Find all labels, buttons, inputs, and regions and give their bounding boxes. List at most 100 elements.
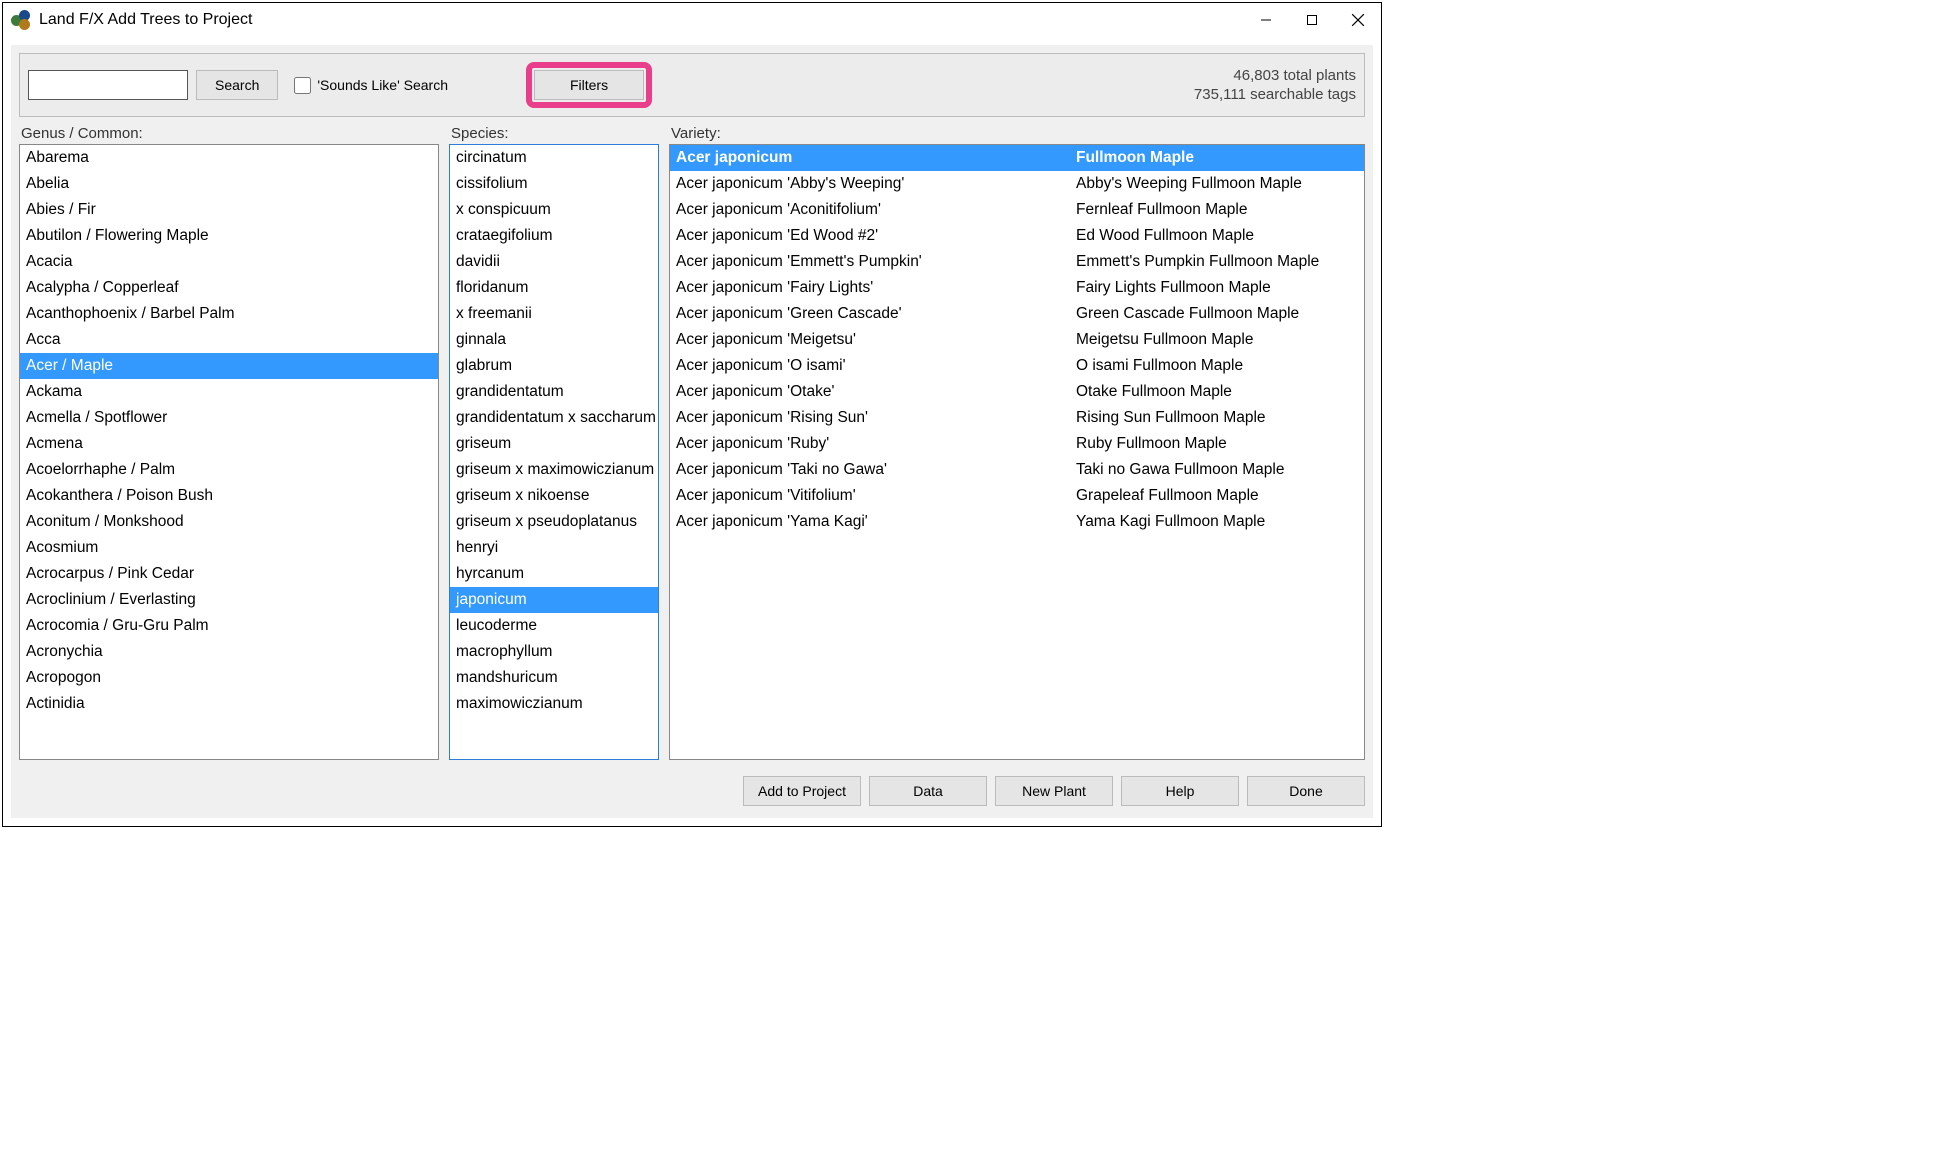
variety-common: Ed Wood Fullmoon Maple — [1076, 224, 1358, 248]
list-item[interactable]: Acer japonicum 'Abby's Weeping'Abby's We… — [670, 171, 1364, 197]
list-item[interactable]: Acer japonicum 'Meigetsu'Meigetsu Fullmo… — [670, 327, 1364, 353]
maximize-button[interactable] — [1289, 3, 1335, 37]
list-item[interactable]: henryi — [450, 535, 658, 561]
list-item[interactable]: Acer japonicum 'Otake'Otake Fullmoon Map… — [670, 379, 1364, 405]
variety-latin: Acer japonicum 'Rising Sun' — [676, 406, 1076, 430]
list-item[interactable]: Acronychia — [20, 639, 438, 665]
search-button[interactable]: Search — [196, 70, 278, 100]
window-controls — [1243, 3, 1381, 37]
data-button[interactable]: Data — [869, 776, 987, 806]
list-item[interactable]: griseum — [450, 431, 658, 457]
list-item[interactable]: Acer japonicum 'Ruby'Ruby Fullmoon Maple — [670, 431, 1364, 457]
sounds-like-checkbox[interactable]: 'Sounds Like' Search — [294, 77, 448, 94]
list-item[interactable]: Actinidia — [20, 691, 438, 717]
toolbar: Search 'Sounds Like' Search Filters 46,8… — [19, 53, 1365, 117]
help-button[interactable]: Help — [1121, 776, 1239, 806]
list-item[interactable]: Abarema — [20, 145, 438, 171]
list-item[interactable]: Aconitum / Monkshood — [20, 509, 438, 535]
filters-button[interactable]: Filters — [534, 70, 644, 100]
variety-latin: Acer japonicum 'Ruby' — [676, 432, 1076, 456]
list-item[interactable]: Acer japonicum 'Emmett's Pumpkin'Emmett'… — [670, 249, 1364, 275]
close-button[interactable] — [1335, 3, 1381, 37]
list-item[interactable]: Acosmium — [20, 535, 438, 561]
list-item[interactable]: mandshuricum — [450, 665, 658, 691]
app-icon — [11, 10, 31, 30]
list-item[interactable]: Acoelorrhaphe / Palm — [20, 457, 438, 483]
variety-latin: Acer japonicum 'Vitifolium' — [676, 484, 1076, 508]
list-item[interactable]: griseum x pseudoplatanus — [450, 509, 658, 535]
list-item[interactable]: Acer japonicum 'Taki no Gawa'Taki no Gaw… — [670, 457, 1364, 483]
search-input[interactable] — [28, 70, 188, 100]
minimize-button[interactable] — [1243, 3, 1289, 37]
list-item[interactable]: Acca — [20, 327, 438, 353]
list-item[interactable]: grandidentatum x saccharum — [450, 405, 658, 431]
genus-column: Genus / Common: AbaremaAbeliaAbies / Fir… — [19, 125, 439, 760]
done-button[interactable]: Done — [1247, 776, 1365, 806]
list-item[interactable]: x conspicuum — [450, 197, 658, 223]
list-item[interactable]: Abutilon / Flowering Maple — [20, 223, 438, 249]
list-item[interactable]: griseum x maximowiczianum — [450, 457, 658, 483]
variety-label: Variety: — [669, 125, 1365, 142]
variety-listbox[interactable]: Acer japonicumFullmoon MapleAcer japonic… — [669, 144, 1365, 760]
list-item[interactable]: griseum x nikoense — [450, 483, 658, 509]
footer: Add to Project Data New Plant Help Done — [19, 768, 1365, 810]
list-item[interactable]: ginnala — [450, 327, 658, 353]
list-item[interactable]: Abelia — [20, 171, 438, 197]
list-item[interactable]: Acroclinium / Everlasting — [20, 587, 438, 613]
variety-common: Emmett's Pumpkin Fullmoon Maple — [1076, 250, 1358, 274]
variety-latin: Acer japonicum — [676, 146, 1076, 170]
genus-listbox[interactable]: AbaremaAbeliaAbies / FirAbutilon / Flowe… — [19, 144, 439, 760]
species-label: Species: — [449, 125, 659, 142]
new-plant-button[interactable]: New Plant — [995, 776, 1113, 806]
list-item[interactable]: davidii — [450, 249, 658, 275]
list-item[interactable]: Acanthophoenix / Barbel Palm — [20, 301, 438, 327]
list-item[interactable]: maximowiczianum — [450, 691, 658, 717]
sounds-like-input[interactable] — [294, 77, 311, 94]
list-item[interactable]: Acer japonicum 'O isami'O isami Fullmoon… — [670, 353, 1364, 379]
list-item[interactable]: leucoderme — [450, 613, 658, 639]
window-title: Land F/X Add Trees to Project — [39, 11, 252, 29]
variety-column: Variety: Acer japonicumFullmoon MapleAce… — [669, 125, 1365, 760]
list-item[interactable]: Acalypha / Copperleaf — [20, 275, 438, 301]
species-column: Species: circinatumcissifoliumx conspicu… — [449, 125, 659, 760]
list-item[interactable]: Acer japonicum 'Fairy Lights'Fairy Light… — [670, 275, 1364, 301]
list-item[interactable]: macrophyllum — [450, 639, 658, 665]
variety-latin: Acer japonicum 'Aconitifolium' — [676, 198, 1076, 222]
variety-common: Fernleaf Fullmoon Maple — [1076, 198, 1358, 222]
list-item[interactable]: Acer japonicumFullmoon Maple — [670, 145, 1364, 171]
list-item[interactable]: Acer japonicum 'Vitifolium'Grapeleaf Ful… — [670, 483, 1364, 509]
list-item[interactable]: Acacia — [20, 249, 438, 275]
list-item[interactable]: cissifolium — [450, 171, 658, 197]
list-item[interactable]: Acer japonicum 'Yama Kagi'Yama Kagi Full… — [670, 509, 1364, 535]
list-item[interactable]: Acokanthera / Poison Bush — [20, 483, 438, 509]
list-item[interactable]: Acer japonicum 'Green Cascade'Green Casc… — [670, 301, 1364, 327]
variety-common: Yama Kagi Fullmoon Maple — [1076, 510, 1358, 534]
list-item[interactable]: Acmena — [20, 431, 438, 457]
list-item[interactable]: Acer / Maple — [20, 353, 438, 379]
list-item[interactable]: x freemanii — [450, 301, 658, 327]
list-item[interactable]: Ackama — [20, 379, 438, 405]
species-listbox[interactable]: circinatumcissifoliumx conspicuumcrataeg… — [449, 144, 659, 760]
list-item[interactable]: circinatum — [450, 145, 658, 171]
list-item[interactable]: crataegifolium — [450, 223, 658, 249]
sounds-like-label: 'Sounds Like' Search — [317, 77, 448, 93]
columns: Genus / Common: AbaremaAbeliaAbies / Fir… — [19, 125, 1365, 760]
variety-common: Rising Sun Fullmoon Maple — [1076, 406, 1358, 430]
list-item[interactable]: hyrcanum — [450, 561, 658, 587]
list-item[interactable]: Acer japonicum 'Rising Sun'Rising Sun Fu… — [670, 405, 1364, 431]
list-item[interactable]: floridanum — [450, 275, 658, 301]
list-item[interactable]: Acer japonicum 'Ed Wood #2'Ed Wood Fullm… — [670, 223, 1364, 249]
list-item[interactable]: Acmella / Spotflower — [20, 405, 438, 431]
list-item[interactable]: Acrocomia / Gru-Gru Palm — [20, 613, 438, 639]
variety-latin: Acer japonicum 'Ed Wood #2' — [676, 224, 1076, 248]
list-item[interactable]: grandidentatum — [450, 379, 658, 405]
list-item[interactable]: Abies / Fir — [20, 197, 438, 223]
list-item[interactable]: Acrocarpus / Pink Cedar — [20, 561, 438, 587]
list-item[interactable]: glabrum — [450, 353, 658, 379]
list-item[interactable]: Acer japonicum 'Aconitifolium'Fernleaf F… — [670, 197, 1364, 223]
variety-common: Abby's Weeping Fullmoon Maple — [1076, 172, 1358, 196]
list-item[interactable]: japonicum — [450, 587, 658, 613]
add-to-project-button[interactable]: Add to Project — [743, 776, 861, 806]
variety-common: Ruby Fullmoon Maple — [1076, 432, 1358, 456]
list-item[interactable]: Acropogon — [20, 665, 438, 691]
